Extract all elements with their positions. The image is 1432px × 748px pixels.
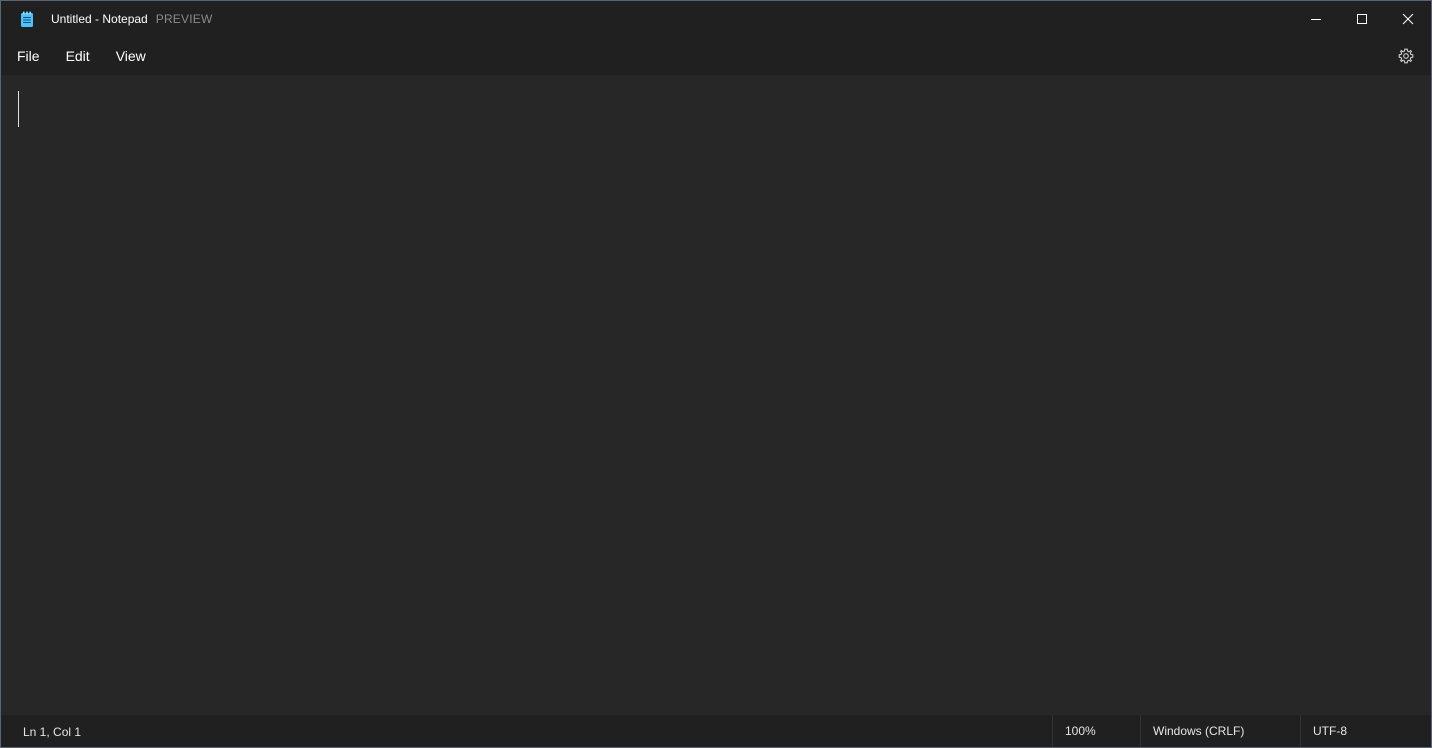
menu-view[interactable]: View	[105, 42, 157, 70]
text-editor-area[interactable]	[1, 75, 1431, 715]
notepad-icon	[19, 10, 35, 28]
cursor-position: Ln 1, Col 1	[23, 725, 82, 739]
maximize-button[interactable]	[1339, 1, 1385, 37]
status-bar: Ln 1, Col 1 100% Windows (CRLF) UTF-8	[1, 715, 1431, 747]
settings-button[interactable]	[1391, 42, 1421, 70]
line-ending: Windows (CRLF)	[1140, 715, 1300, 747]
encoding-text: UTF-8	[1313, 724, 1347, 738]
title-bar[interactable]: Untitled - Notepad PREVIEW	[1, 1, 1431, 37]
close-button[interactable]	[1385, 1, 1431, 37]
text-caret	[18, 91, 19, 127]
preview-tag: PREVIEW	[155, 12, 213, 26]
gear-icon	[1398, 48, 1414, 64]
minimize-button[interactable]	[1293, 1, 1339, 37]
zoom-level-text: 100%	[1065, 724, 1096, 738]
line-ending-text: Windows (CRLF)	[1153, 724, 1245, 738]
encoding: UTF-8	[1300, 715, 1431, 747]
menu-file[interactable]: File	[6, 42, 51, 70]
menu-bar: File Edit View	[1, 37, 1431, 75]
menu-edit[interactable]: Edit	[55, 42, 101, 70]
minimize-icon	[1311, 19, 1321, 20]
notepad-window: Untitled - Notepad PREVIEW File Edit Vie…	[0, 0, 1432, 748]
close-icon	[1402, 13, 1414, 25]
maximize-icon	[1357, 14, 1367, 24]
zoom-level: 100%	[1052, 715, 1140, 747]
window-title: Untitled - Notepad	[51, 12, 148, 26]
caption-buttons	[1293, 1, 1431, 37]
